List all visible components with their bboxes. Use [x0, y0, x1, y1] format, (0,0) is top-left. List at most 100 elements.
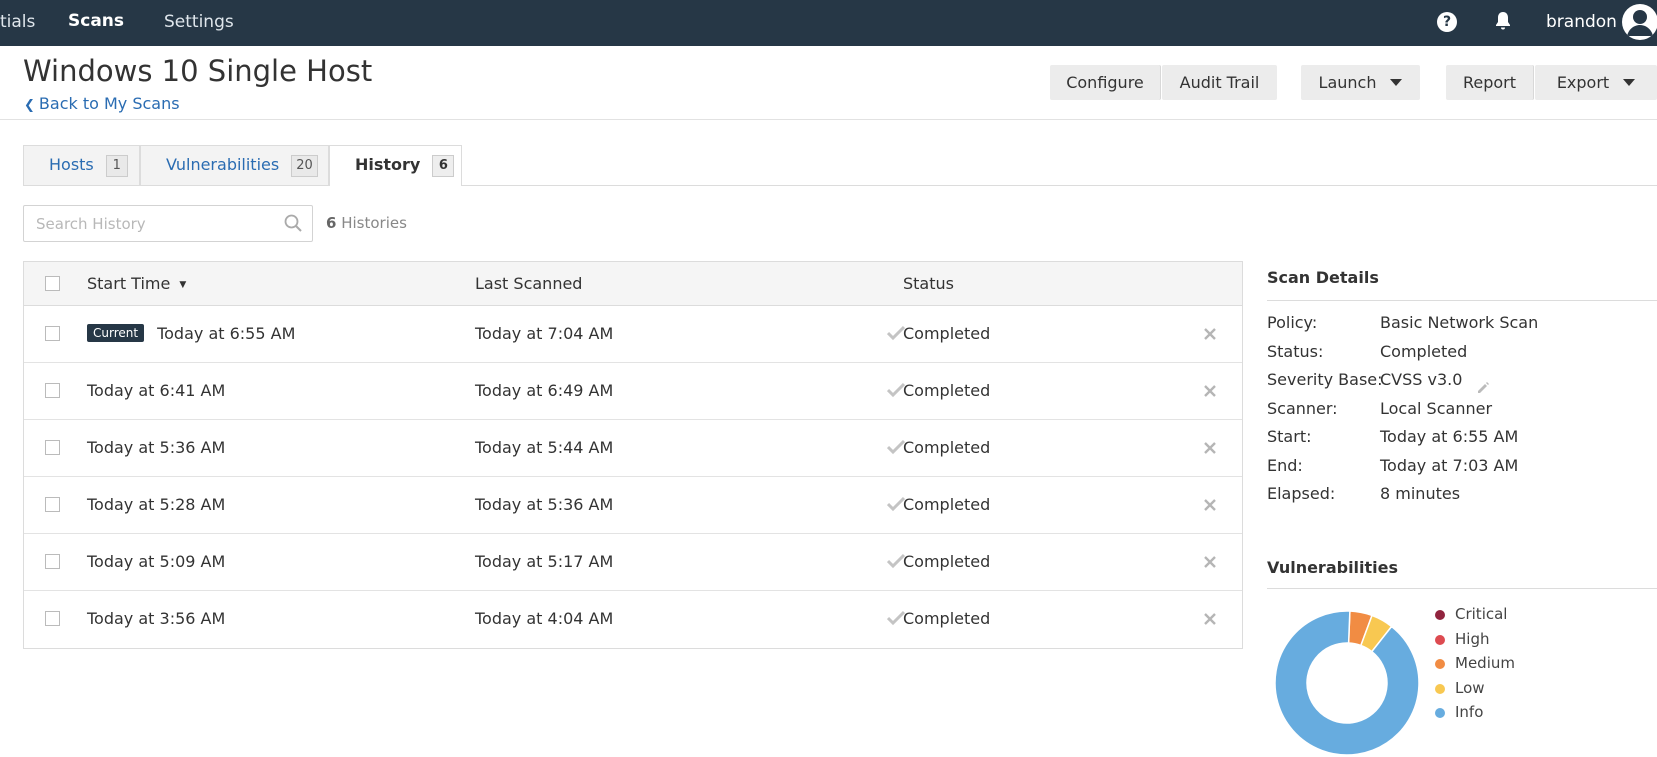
status-cell: Completed: [903, 609, 991, 628]
legend-swatch: [1435, 610, 1445, 620]
user-avatar-icon[interactable]: [1622, 4, 1657, 40]
export-button-label: Export: [1556, 73, 1610, 92]
start-time-cell: Today at 5:36 AM: [87, 438, 225, 457]
start-time-cell: Today at 5:09 AM: [87, 552, 225, 571]
close-icon[interactable]: [1203, 383, 1217, 402]
last-scanned-cell: Today at 5:44 AM: [475, 438, 614, 457]
legend-label: Critical: [1455, 605, 1508, 623]
tab-count-badge: 1: [105, 155, 128, 177]
histories-count-number: 6: [326, 214, 337, 232]
row-checkbox[interactable]: [45, 611, 60, 626]
column-last-scanned[interactable]: Last Scanned: [475, 274, 582, 293]
launch-button-label: Launch: [1318, 73, 1377, 92]
row-checkbox[interactable]: [45, 383, 60, 398]
legend-item[interactable]: Info: [1435, 703, 1484, 721]
pencil-icon[interactable]: [1476, 380, 1490, 399]
donut-slice-info[interactable]: [1274, 610, 1420, 756]
detail-label: Start:: [1267, 427, 1312, 446]
last-scanned-cell: Today at 4:04 AM: [475, 609, 614, 628]
detail-value: Local Scanner: [1380, 398, 1493, 418]
report-button[interactable]: Report: [1446, 65, 1534, 100]
legend-item[interactable]: Low: [1435, 679, 1485, 697]
detail-label: Policy:: [1267, 313, 1318, 332]
select-all-checkbox[interactable]: [45, 276, 60, 291]
start-time-value: Today at 5:36 AM: [87, 438, 226, 457]
bell-icon[interactable]: [1495, 11, 1511, 35]
start-time-cell: Today at 6:41 AM: [87, 381, 225, 400]
help-icon[interactable]: ?: [1437, 12, 1457, 32]
tab-history[interactable]: History 6: [329, 145, 462, 186]
detail-label: Scanner:: [1267, 398, 1338, 418]
launch-button[interactable]: Launch: [1301, 65, 1420, 100]
top-navigation-bar: tials Scans Settings ? brandon: [0, 0, 1657, 46]
start-time-value: Today at 3:56 AM: [87, 609, 226, 628]
close-icon[interactable]: [1203, 611, 1217, 630]
detail-value: Completed: [1380, 341, 1468, 361]
configure-button[interactable]: Configure: [1050, 65, 1161, 100]
detail-value: CVSS v3.0: [1380, 370, 1463, 389]
start-time-value: Today at 5:09 AM: [87, 552, 226, 571]
legend-item[interactable]: High: [1435, 629, 1490, 648]
legend-item[interactable]: Medium: [1435, 654, 1515, 672]
legend-swatch: [1435, 634, 1445, 645]
tab-count-badge: 20: [291, 155, 318, 177]
legend-label: High: [1455, 629, 1490, 648]
tab-label: Vulnerabilities: [166, 155, 280, 174]
legend-swatch: [1435, 708, 1445, 718]
legend-swatch: [1435, 659, 1445, 669]
audit-trail-button[interactable]: Audit Trail: [1162, 65, 1277, 100]
detail-value: Basic Network Scan: [1380, 313, 1539, 332]
close-icon[interactable]: [1203, 554, 1217, 573]
row-checkbox[interactable]: [45, 497, 60, 512]
detail-value: Today at 7:03 AM: [1380, 455, 1519, 475]
histories-count-suffix: Histories: [341, 214, 407, 232]
tab-hosts[interactable]: Hosts 1: [23, 145, 140, 185]
table-row[interactable]: Today at 5:09 AM Today at 5:17 AM Complete…: [24, 534, 1242, 591]
row-checkbox[interactable]: [45, 554, 60, 569]
nav-settings[interactable]: Settings: [164, 12, 234, 32]
status-cell: Completed: [903, 381, 991, 400]
history-table: Start Time ▼ Last Scanned Status Current T…: [23, 261, 1243, 649]
search-box: [23, 205, 313, 242]
table-row[interactable]: Today at 5:36 AM Today at 5:44 AM Complete…: [24, 420, 1242, 477]
export-button[interactable]: Export: [1535, 65, 1657, 100]
current-badge: Current: [87, 324, 145, 342]
column-start-time[interactable]: Start Time ▼: [87, 274, 186, 293]
table-row[interactable]: Today at 3:56 AM Today at 4:04 AM Complete…: [24, 591, 1242, 648]
legend-label: Info: [1455, 703, 1484, 721]
panel-divider: [1267, 300, 1657, 301]
status-cell: Completed: [903, 438, 991, 457]
legend-label: Medium: [1455, 654, 1515, 672]
tabs-baseline: [23, 185, 1657, 186]
close-icon[interactable]: [1203, 440, 1217, 459]
panel-divider: [1267, 588, 1657, 589]
table-row[interactable]: Current Today at 6:55 AM Today at 7:04 AM C…: [24, 306, 1242, 363]
caret-down-icon: [1390, 78, 1403, 86]
row-checkbox[interactable]: [45, 326, 60, 341]
status-cell: Completed: [903, 495, 991, 514]
search-input[interactable]: [24, 206, 264, 241]
header-divider: [0, 119, 1657, 120]
nav-scans[interactable]: Scans: [68, 11, 124, 31]
start-time-value: Today at 6:41 AM: [87, 381, 226, 400]
last-scanned-cell: Today at 6:49 AM: [475, 381, 614, 400]
column-status[interactable]: Status: [903, 274, 954, 293]
detail-label: Elapsed:: [1267, 484, 1336, 503]
close-icon[interactable]: [1203, 497, 1217, 516]
tab-label: History: [355, 155, 421, 174]
last-scanned-cell: Today at 7:04 AM: [475, 324, 614, 343]
brand-name[interactable]: tials: [0, 12, 35, 32]
legend-item[interactable]: Critical: [1435, 605, 1508, 623]
table-row[interactable]: Today at 5:28 AM Today at 5:36 AM Complete…: [24, 477, 1242, 534]
close-icon[interactable]: [1203, 326, 1217, 345]
table-row[interactable]: Today at 6:41 AM Today at 6:49 AM Complete…: [24, 363, 1242, 420]
start-time-cell: Today at 5:28 AM: [87, 495, 225, 514]
tab-vulnerabilities[interactable]: Vulnerabilities 20: [140, 145, 329, 185]
search-icon[interactable]: [284, 214, 302, 236]
row-checkbox[interactable]: [45, 440, 60, 455]
status-cell: Completed: [903, 552, 991, 571]
username-menu[interactable]: brandon: [1546, 12, 1617, 32]
tab-label: Hosts: [49, 155, 94, 174]
back-to-scans-link[interactable]: ❮ Back to My Scans: [24, 94, 180, 113]
detail-value: 8 minutes: [1380, 484, 1461, 503]
